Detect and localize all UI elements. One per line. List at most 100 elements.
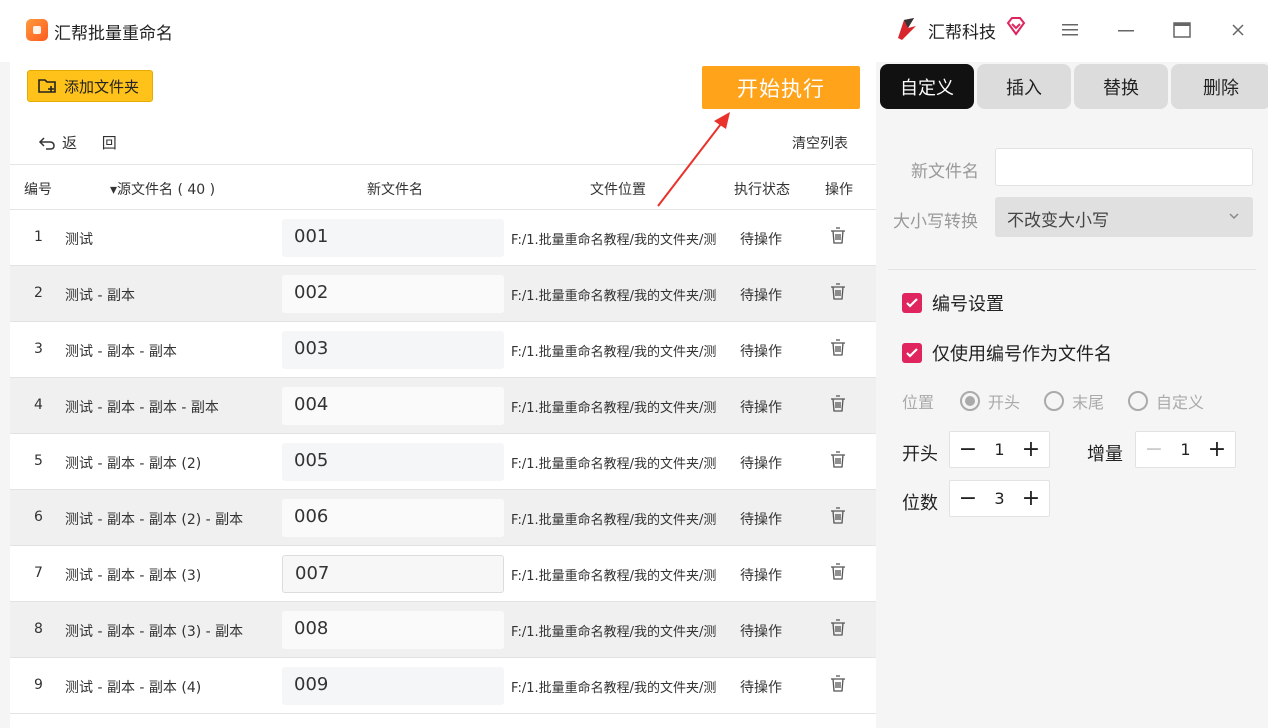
header-location: 文件位置 — [590, 182, 646, 198]
back-label: 返 回 — [62, 134, 127, 152]
case-select[interactable]: 不改变大小写 — [995, 197, 1253, 237]
row-location: F:/1.批量重命名教程/我的文件夹/测 — [511, 345, 717, 360]
row-source-name: 测试 - 副本 - 副本 (2) - 副本 — [65, 512, 244, 528]
start-label: 开头 — [902, 444, 938, 465]
plus-icon[interactable]: + — [1021, 437, 1041, 462]
row-location: F:/1.批量重命名教程/我的文件夹/测 — [511, 513, 717, 528]
row-new-name-input[interactable]: 005 — [282, 443, 504, 481]
radio-end-label: 末尾 — [1072, 393, 1105, 412]
increment-value[interactable]: 1 — [1180, 440, 1190, 459]
app-title: 汇帮批量重命名 — [54, 24, 173, 44]
plus-icon[interactable]: + — [1207, 437, 1227, 462]
menu-icon[interactable] — [1056, 16, 1084, 44]
close-icon[interactable] — [1224, 16, 1252, 44]
file-rows: 1 测试 001 F:/1.批量重命名教程/我的文件夹/测 待操作 2 测试 - 副本 002… — [10, 210, 876, 714]
row-source-name: 测试 - 副本 - 副本 — [65, 344, 177, 360]
table-row[interactable]: 4 测试 - 副本 - 副本 - 副本 004 F:/1.批量重命名教程/我的文件夹/… — [10, 378, 876, 434]
radio-start[interactable] — [960, 391, 981, 411]
vip-diamond-icon[interactable] — [1006, 16, 1026, 36]
row-status: 待操作 — [740, 400, 782, 416]
table-row[interactable]: 8 测试 - 副本 - 副本 (3) - 副本 008 F:/1.批量重命名教程/我的… — [10, 602, 876, 658]
row-new-name-input[interactable]: 004 — [282, 387, 504, 425]
header-status: 执行状态 — [734, 182, 790, 198]
row-num: 5 — [34, 453, 43, 469]
numbering-setting-label: 编号设置 — [932, 294, 1004, 315]
table-row[interactable]: 5 测试 - 副本 - 副本 (2) 005 F:/1.批量重命名教程/我的文件夹/测… — [10, 434, 876, 490]
settings-panel: 自定义 插入 替换 删除 新文件名 大小写转换 不改变大小写 编号设置 仅使用编… — [876, 62, 1268, 728]
clear-list-button[interactable]: 清空列表 — [792, 133, 848, 153]
digits-label: 位数 — [902, 493, 938, 514]
row-new-name-input[interactable]: 007 — [282, 555, 504, 593]
tab-replace[interactable]: 替换 — [1074, 64, 1168, 109]
minus-icon[interactable]: − — [958, 437, 978, 462]
digits-stepper[interactable]: − 3 + — [949, 480, 1050, 517]
trash-icon[interactable] — [830, 395, 846, 413]
table-row[interactable]: 6 测试 - 副本 - 副本 (2) - 副本 006 F:/1.批量重命名教程/我的… — [10, 490, 876, 546]
tab-insert[interactable]: 插入 — [977, 64, 1071, 109]
row-source-name: 测试 - 副本 - 副本 - 副本 — [65, 400, 219, 416]
row-location: F:/1.批量重命名教程/我的文件夹/测 — [511, 457, 717, 472]
row-source-name: 测试 — [65, 232, 93, 248]
trash-icon[interactable] — [830, 283, 846, 301]
table-row[interactable]: 3 测试 - 副本 - 副本 003 F:/1.批量重命名教程/我的文件夹/测 待操作 — [10, 322, 876, 378]
trash-icon[interactable] — [830, 227, 846, 245]
case-select-value: 不改变大小写 — [1007, 211, 1109, 231]
digits-value[interactable]: 3 — [994, 489, 1004, 508]
radio-start-label: 开头 — [988, 393, 1021, 412]
radio-custom[interactable] — [1128, 391, 1149, 411]
table-row[interactable]: 9 测试 - 副本 - 副本 (4) 009 F:/1.批量重命名教程/我的文件夹/测… — [10, 658, 876, 714]
trash-icon[interactable] — [830, 675, 846, 693]
new-name-input[interactable] — [995, 148, 1253, 186]
plus-icon[interactable]: + — [1021, 486, 1041, 511]
row-status: 待操作 — [740, 680, 782, 696]
only-number-checkbox[interactable]: 仅使用编号作为文件名 — [902, 340, 1112, 366]
minus-icon[interactable]: − — [958, 486, 978, 511]
row-source-name: 测试 - 副本 - 副本 (2) — [65, 456, 202, 472]
increment-stepper[interactable]: − 1 + — [1135, 431, 1236, 468]
position-label: 位置 — [902, 393, 935, 412]
table-header: 编号 ▾源文件名 ( 40 ) 新文件名 文件位置 执行状态 操作 — [10, 164, 876, 210]
start-stepper[interactable]: − 1 + — [949, 431, 1050, 468]
start-button[interactable]: 开始执行 — [702, 66, 860, 109]
table-row[interactable]: 1 测试 001 F:/1.批量重命名教程/我的文件夹/测 待操作 — [10, 210, 876, 266]
table-row[interactable]: 7 测试 - 副本 - 副本 (3) 007 F:/1.批量重命名教程/我的文件夹/测… — [10, 546, 876, 602]
radio-custom-label: 自定义 — [1156, 393, 1205, 412]
maximize-icon[interactable] — [1168, 16, 1196, 44]
row-num: 4 — [34, 397, 43, 413]
add-folder-button[interactable]: 添加文件夹 — [27, 70, 153, 102]
minus-icon[interactable]: − — [1144, 437, 1164, 462]
row-status: 待操作 — [740, 288, 782, 304]
add-folder-label: 添加文件夹 — [64, 77, 140, 96]
chevron-down-icon — [1229, 213, 1239, 220]
tab-delete[interactable]: 删除 — [1171, 64, 1268, 109]
minimize-icon[interactable] — [1112, 16, 1140, 44]
row-source-name: 测试 - 副本 - 副本 (3) - 副本 — [65, 624, 244, 640]
row-new-name-input[interactable]: 006 — [282, 499, 504, 537]
new-name-label: 新文件名 — [911, 162, 979, 182]
trash-icon[interactable] — [830, 507, 846, 525]
header-num: 编号 — [24, 182, 52, 198]
trash-icon[interactable] — [830, 451, 846, 469]
row-new-name-input[interactable]: 003 — [282, 331, 504, 369]
radio-end[interactable] — [1044, 391, 1065, 411]
row-num: 6 — [34, 509, 43, 525]
row-new-name-input[interactable]: 009 — [282, 667, 504, 705]
header-source[interactable]: ▾源文件名 ( 40 ) — [110, 179, 215, 199]
brand-logo-icon — [898, 18, 916, 40]
trash-icon[interactable] — [830, 619, 846, 637]
row-num: 1 — [34, 229, 43, 245]
row-new-name-input[interactable]: 002 — [282, 275, 504, 313]
row-status: 待操作 — [740, 456, 782, 472]
row-location: F:/1.批量重命名教程/我的文件夹/测 — [511, 625, 717, 640]
trash-icon[interactable] — [830, 563, 846, 581]
app-logo-icon — [26, 19, 48, 41]
trash-icon[interactable] — [830, 339, 846, 357]
case-label: 大小写转换 — [893, 212, 978, 232]
tab-custom[interactable]: 自定义 — [880, 64, 974, 109]
row-new-name-input[interactable]: 008 — [282, 611, 504, 649]
start-value[interactable]: 1 — [994, 440, 1004, 459]
table-row[interactable]: 2 测试 - 副本 002 F:/1.批量重命名教程/我的文件夹/测 待操作 — [10, 266, 876, 322]
numbering-setting-checkbox[interactable]: 编号设置 — [902, 290, 1004, 316]
row-new-name-input[interactable]: 001 — [282, 219, 504, 257]
back-button[interactable]: 返 回 — [38, 132, 127, 153]
